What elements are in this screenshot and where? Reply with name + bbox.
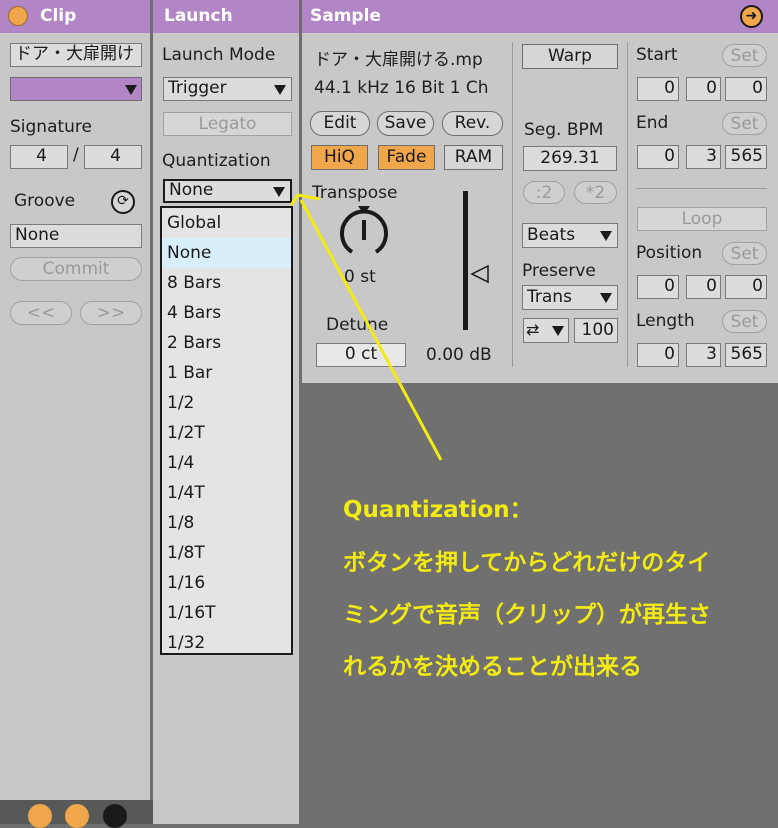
annotation-line-1: ボタンを押してからどれだけのタイ [343,550,711,576]
annotation-line-3: れるかを決めることが出来る [343,654,642,680]
annotation-arrow [289,193,443,461]
annotation-title: Quantization： [343,497,533,523]
annotation-line-2: ミングで音声（クリップ）が再生さ [343,602,711,628]
